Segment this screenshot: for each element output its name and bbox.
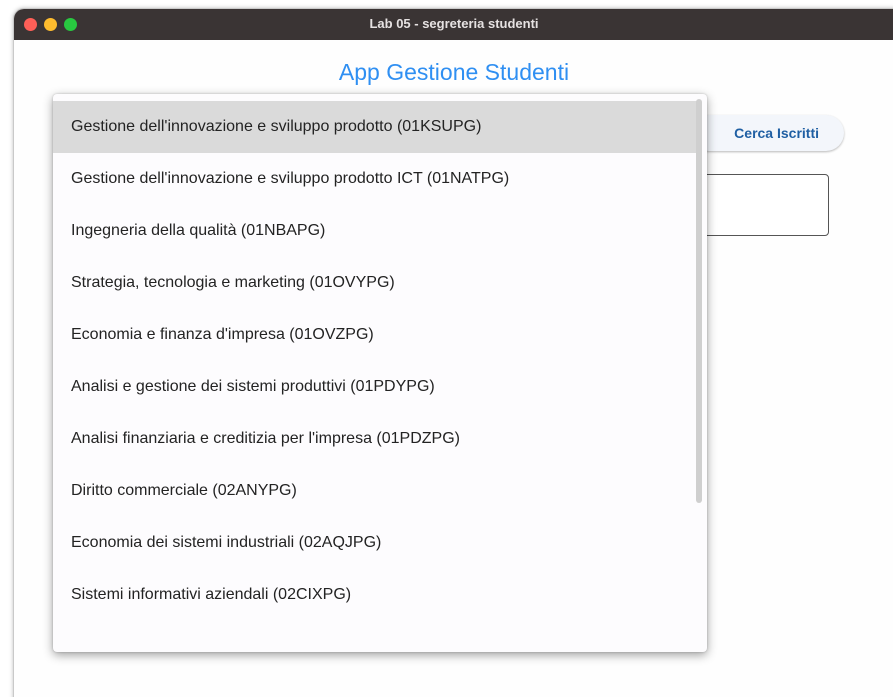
dropdown-option[interactable]: Analisi finanziaria e creditizia per l'i…	[53, 413, 701, 465]
dropdown-option[interactable]: Ingegneria della qualità (01NBAPG)	[53, 205, 701, 257]
screen: Lab 05 - segreteria studenti App Gestion…	[0, 0, 893, 697]
dropdown-scrollbar[interactable]	[696, 99, 702, 503]
title-bar: Lab 05 - segreteria studenti	[14, 9, 893, 40]
dropdown-option[interactable]: Economia e finanza d'impresa (01OVZPG)	[53, 309, 701, 361]
dropdown-option[interactable]: Gestione dell'innovazione e sviluppo pro…	[53, 153, 701, 205]
search-enrolled-button[interactable]: Cerca Iscritti	[691, 115, 844, 151]
window-title: Lab 05 - segreteria studenti	[369, 16, 539, 31]
dropdown-option[interactable]: Analisi e gestione dei sistemi produttiv…	[53, 361, 701, 413]
dropdown-option[interactable]: Strategia, tecnologia e marketing (01OVY…	[53, 257, 701, 309]
page-title: App Gestione Studenti	[338, 59, 570, 85]
dropdown-option[interactable]: Economia dei sistemi industriali (02AQJP…	[53, 517, 701, 569]
dropdown-option[interactable]: Diritto commerciale (02ANYPG)	[53, 465, 701, 517]
course-dropdown-list[interactable]: Gestione dell'innovazione e sviluppo pro…	[53, 94, 707, 652]
dropdown-option[interactable]: Gestione dell'innovazione e sviluppo pro…	[53, 101, 701, 153]
dropdown-option[interactable]: Sistemi informativi aziendali (02CIXPG)	[53, 569, 701, 621]
